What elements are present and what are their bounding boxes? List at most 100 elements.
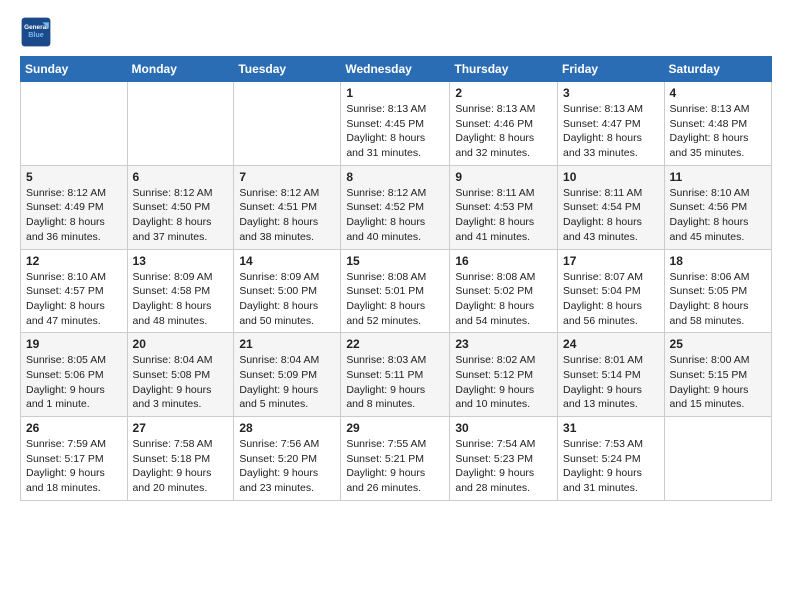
calendar-cell-w0d6: 4 Sunrise: 8:13 AM Sunset: 4:48 PM Daylig… (664, 82, 771, 166)
day-info: Sunrise: 8:11 AM Sunset: 4:54 PM Dayligh… (563, 186, 659, 245)
header-day-saturday: Saturday (664, 57, 771, 82)
calendar-cell-w4d3: 29 Sunrise: 7:55 AM Sunset: 5:21 PM Dayli… (341, 417, 450, 501)
calendar-cell-w3d1: 20Sunrise: 8:04 AM Sunset: 5:08 PM Dayli… (127, 333, 234, 417)
calendar-cell-w4d0: 26 Sunrise: 7:59 AM Sunset: 5:17 PM Dayli… (21, 417, 128, 501)
header-day-sunday: Sunday (21, 57, 128, 82)
calendar-cell-w1d0: 5 Sunrise: 8:12 AM Sunset: 4:49 PM Daylig… (21, 165, 128, 249)
header: General Blue (20, 16, 772, 48)
day-number: 18 (670, 254, 766, 268)
day-number: 2 (455, 86, 552, 100)
day-info: Sunrise: 8:10 AM Sunset: 4:56 PM Dayligh… (670, 186, 766, 245)
day-number: 28 (239, 421, 335, 435)
day-number: 27 (133, 421, 229, 435)
day-info: Sunrise: 8:13 AM Sunset: 4:46 PM Dayligh… (455, 102, 552, 161)
calendar-cell-w1d2: 7 Sunrise: 8:12 AM Sunset: 4:51 PM Daylig… (234, 165, 341, 249)
calendar-cell-w3d6: 25 Sunrise: 8:00 AM Sunset: 5:15 PM Dayli… (664, 333, 771, 417)
calendar-body: 1 Sunrise: 8:13 AM Sunset: 4:45 PM Daylig… (21, 82, 772, 501)
day-info: Sunrise: 8:03 AM Sunset: 5:11 PM Dayligh… (346, 353, 444, 412)
day-number: 6 (133, 170, 229, 184)
day-number: 17 (563, 254, 659, 268)
calendar-cell-w2d2: 14Sunrise: 8:09 AM Sunset: 5:00 PM Dayli… (234, 249, 341, 333)
svg-text:Blue: Blue (28, 30, 44, 39)
day-info: Sunrise: 8:09 AM Sunset: 4:58 PM Dayligh… (133, 270, 229, 329)
calendar-cell-w3d0: 19 Sunrise: 8:05 AM Sunset: 5:06 PM Dayli… (21, 333, 128, 417)
day-info: Sunrise: 8:00 AM Sunset: 5:15 PM Dayligh… (670, 353, 766, 412)
day-number: 31 (563, 421, 659, 435)
calendar-cell-w4d1: 27 Sunrise: 7:58 AM Sunset: 5:18 PM Dayli… (127, 417, 234, 501)
day-number: 29 (346, 421, 444, 435)
header-day-monday: Monday (127, 57, 234, 82)
day-number: 3 (563, 86, 659, 100)
calendar-week-3: 19 Sunrise: 8:05 AM Sunset: 5:06 PM Dayli… (21, 333, 772, 417)
calendar-cell-w3d2: 21Sunrise: 8:04 AM Sunset: 5:09 PM Dayli… (234, 333, 341, 417)
header-day-tuesday: Tuesday (234, 57, 341, 82)
calendar-cell-w0d4: 2 Sunrise: 8:13 AM Sunset: 4:46 PM Daylig… (450, 82, 558, 166)
calendar-cell-w1d5: 10 Sunrise: 8:11 AM Sunset: 4:54 PM Dayli… (558, 165, 665, 249)
day-info: Sunrise: 8:13 AM Sunset: 4:47 PM Dayligh… (563, 102, 659, 161)
calendar-cell-w4d6 (664, 417, 771, 501)
calendar-cell-w3d5: 24 Sunrise: 8:01 AM Sunset: 5:14 PM Dayli… (558, 333, 665, 417)
day-info: Sunrise: 8:07 AM Sunset: 5:04 PM Dayligh… (563, 270, 659, 329)
calendar-cell-w0d0 (21, 82, 128, 166)
day-number: 10 (563, 170, 659, 184)
calendar-week-2: 12 Sunrise: 8:10 AM Sunset: 4:57 PM Dayli… (21, 249, 772, 333)
day-info: Sunrise: 7:59 AM Sunset: 5:17 PM Dayligh… (26, 437, 122, 496)
calendar-cell-w1d1: 6 Sunrise: 8:12 AM Sunset: 4:50 PM Daylig… (127, 165, 234, 249)
day-number: 19 (26, 337, 122, 351)
day-info: Sunrise: 8:10 AM Sunset: 4:57 PM Dayligh… (26, 270, 122, 329)
logo-icon: General Blue (20, 16, 52, 48)
calendar-cell-w0d1 (127, 82, 234, 166)
day-number: 4 (670, 86, 766, 100)
day-number: 22 (346, 337, 444, 351)
calendar-cell-w4d4: 30Sunrise: 7:54 AM Sunset: 5:23 PM Dayli… (450, 417, 558, 501)
calendar-cell-w1d4: 9Sunrise: 8:11 AM Sunset: 4:53 PM Daylig… (450, 165, 558, 249)
day-info: Sunrise: 7:58 AM Sunset: 5:18 PM Dayligh… (133, 437, 229, 496)
page: General Blue SundayMondayTuesdayWednesda… (0, 0, 792, 517)
day-number: 9 (455, 170, 552, 184)
day-info: Sunrise: 7:53 AM Sunset: 5:24 PM Dayligh… (563, 437, 659, 496)
calendar-cell-w4d2: 28 Sunrise: 7:56 AM Sunset: 5:20 PM Dayli… (234, 417, 341, 501)
day-number: 23 (455, 337, 552, 351)
calendar-cell-w0d2 (234, 82, 341, 166)
calendar-cell-w2d4: 16Sunrise: 8:08 AM Sunset: 5:02 PM Dayli… (450, 249, 558, 333)
day-number: 7 (239, 170, 335, 184)
day-info: Sunrise: 8:12 AM Sunset: 4:49 PM Dayligh… (26, 186, 122, 245)
day-info: Sunrise: 8:12 AM Sunset: 4:51 PM Dayligh… (239, 186, 335, 245)
day-number: 1 (346, 86, 444, 100)
day-number: 5 (26, 170, 122, 184)
day-info: Sunrise: 8:13 AM Sunset: 4:48 PM Dayligh… (670, 102, 766, 161)
calendar-table: SundayMondayTuesdayWednesdayThursdayFrid… (20, 56, 772, 501)
logo: General Blue (20, 16, 56, 48)
calendar-cell-w0d5: 3 Sunrise: 8:13 AM Sunset: 4:47 PM Daylig… (558, 82, 665, 166)
day-info: Sunrise: 8:12 AM Sunset: 4:50 PM Dayligh… (133, 186, 229, 245)
day-info: Sunrise: 7:54 AM Sunset: 5:23 PM Dayligh… (455, 437, 552, 496)
header-day-friday: Friday (558, 57, 665, 82)
day-info: Sunrise: 8:13 AM Sunset: 4:45 PM Dayligh… (346, 102, 444, 161)
day-number: 11 (670, 170, 766, 184)
day-number: 24 (563, 337, 659, 351)
day-info: Sunrise: 8:12 AM Sunset: 4:52 PM Dayligh… (346, 186, 444, 245)
day-number: 21 (239, 337, 335, 351)
day-info: Sunrise: 8:01 AM Sunset: 5:14 PM Dayligh… (563, 353, 659, 412)
calendar-cell-w3d4: 23 Sunrise: 8:02 AM Sunset: 5:12 PM Dayli… (450, 333, 558, 417)
calendar-cell-w0d3: 1 Sunrise: 8:13 AM Sunset: 4:45 PM Daylig… (341, 82, 450, 166)
day-info: Sunrise: 7:55 AM Sunset: 5:21 PM Dayligh… (346, 437, 444, 496)
day-info: Sunrise: 8:06 AM Sunset: 5:05 PM Dayligh… (670, 270, 766, 329)
calendar-cell-w3d3: 22 Sunrise: 8:03 AM Sunset: 5:11 PM Dayli… (341, 333, 450, 417)
day-number: 15 (346, 254, 444, 268)
day-info: Sunrise: 8:05 AM Sunset: 5:06 PM Dayligh… (26, 353, 122, 412)
day-info: Sunrise: 8:08 AM Sunset: 5:01 PM Dayligh… (346, 270, 444, 329)
calendar-cell-w2d3: 15 Sunrise: 8:08 AM Sunset: 5:01 PM Dayli… (341, 249, 450, 333)
calendar-cell-w2d1: 13 Sunrise: 8:09 AM Sunset: 4:58 PM Dayli… (127, 249, 234, 333)
calendar-week-1: 5 Sunrise: 8:12 AM Sunset: 4:49 PM Daylig… (21, 165, 772, 249)
day-number: 12 (26, 254, 122, 268)
header-day-thursday: Thursday (450, 57, 558, 82)
day-info: Sunrise: 7:56 AM Sunset: 5:20 PM Dayligh… (239, 437, 335, 496)
calendar-week-4: 26 Sunrise: 7:59 AM Sunset: 5:17 PM Dayli… (21, 417, 772, 501)
day-number: 26 (26, 421, 122, 435)
header-day-wednesday: Wednesday (341, 57, 450, 82)
day-number: 13 (133, 254, 229, 268)
day-info: Sunrise: 8:02 AM Sunset: 5:12 PM Dayligh… (455, 353, 552, 412)
day-number: 25 (670, 337, 766, 351)
day-number: 20 (133, 337, 229, 351)
